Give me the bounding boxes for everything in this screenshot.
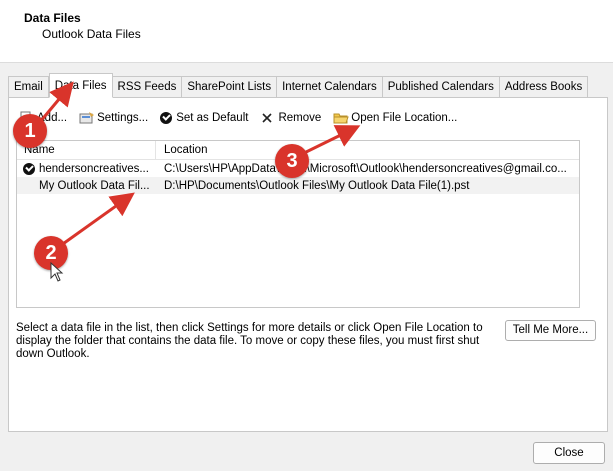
annotation-arrows xyxy=(38,81,361,248)
mouse-cursor-icon xyxy=(50,262,64,282)
arrow-2 xyxy=(59,192,135,248)
arrow-1 xyxy=(38,81,74,123)
annotation-badge-1: 1 xyxy=(13,114,47,148)
annotation-badge-3: 3 xyxy=(275,144,309,178)
arrow-3 xyxy=(299,125,361,157)
